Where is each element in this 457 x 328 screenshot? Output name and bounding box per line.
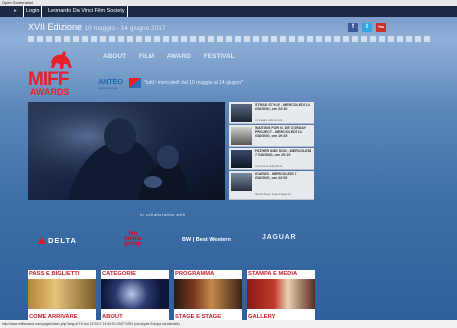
anteo-name: ANTEO	[98, 77, 123, 86]
logo-awards-text: AWARDS	[30, 87, 70, 97]
delta-widget-icon	[38, 237, 46, 244]
schedule-subtitle: Una ricerca della libertà	[255, 165, 283, 168]
schedule-thumbnail	[231, 173, 252, 191]
schedule-thumbnail	[231, 104, 252, 122]
sponsor-jaguar[interactable]: JAGUAR	[262, 234, 296, 254]
edition-title: XVII Edizione 10 maggio - 14 giugno 2017	[28, 22, 166, 32]
card-label: STAMPA E MEDIA	[247, 270, 315, 279]
schedule-title: STRAD STYLE - MERCOLEDÌ 14 GIUGNO, ore 2…	[255, 103, 310, 112]
card-label: PROGRAMMA	[174, 270, 242, 279]
anteo-logo[interactable]: ANTEO spazioCinema	[98, 77, 128, 91]
miff-awards-logo[interactable]: MIFF AWARDS	[28, 46, 92, 102]
society-link[interactable]: Leonardo Da Vinci Film Society	[46, 6, 128, 17]
collaboration-label: in collaboration with	[140, 212, 186, 217]
menu-arrow-icon[interactable]: ▸	[14, 6, 17, 17]
schedule-subtitle: Un viaggio nella terra di ...	[255, 119, 286, 122]
sponsor-tvn[interactable]: tvn media group	[124, 231, 142, 252]
sponsor-best-western[interactable]: BW | Best Western	[182, 237, 231, 257]
schedule-title: FATHER AND SON - MERCOLEDÌ 7 GIUGNO, ore…	[255, 149, 312, 158]
flag-icon	[129, 78, 141, 88]
card-image	[101, 279, 169, 309]
schedule-title: WAITING FOR G. DE CORDAY PROJECT - MERCO…	[255, 126, 306, 139]
nav-film[interactable]: FILM	[139, 53, 154, 60]
status-bar-url: http://www.miffawards.com/pages/index.ph…	[0, 320, 457, 328]
nav-about[interactable]: ABOUT	[103, 53, 126, 60]
partner-tagline: "tutti i mercoledì dal 10 maggio al 14 g…	[144, 80, 243, 86]
schedule-title: ICARUS - MERCOLEDÌ 7 GIUGNO, ore 22:00	[255, 172, 297, 181]
card-image	[174, 279, 242, 309]
schedule-item[interactable]: ICARUS - MERCOLEDÌ 7 GIUGNO, ore 22:00 N…	[229, 171, 314, 200]
twitter-icon[interactable]: t	[362, 23, 372, 32]
facebook-icon[interactable]: f	[348, 23, 358, 32]
youtube-icon[interactable]: You	[376, 23, 386, 32]
schedule-item[interactable]: WAITING FOR G. DE CORDAY PROJECT - MERCO…	[229, 125, 314, 147]
horse-icon	[51, 51, 72, 69]
nav-festival[interactable]: FESTIVAL	[204, 53, 235, 60]
edition-label: XVII Edizione	[28, 22, 83, 32]
schedule-subtitle: Nel film Bryan Fogel indaga sul	[255, 193, 291, 196]
hero-photo	[28, 102, 225, 200]
tvn-line3: group	[124, 241, 142, 247]
login-link[interactable]: Login	[23, 6, 43, 17]
top-bar: ▸ Login Leonardo Da Vinci Film Society	[0, 6, 457, 17]
schedule-item[interactable]: FATHER AND SON - MERCOLEDÌ 7 GIUGNO, ore…	[229, 148, 314, 170]
edition-dates: 10 maggio - 14 giugno 2017	[84, 25, 166, 32]
main-nav: ABOUT FILM AWARD FESTIVAL	[103, 53, 246, 60]
delta-text: DELTA	[48, 236, 77, 245]
nav-award[interactable]: AWARD	[167, 53, 191, 60]
hero-image[interactable]	[28, 102, 225, 200]
schedule-thumbnail	[231, 127, 252, 145]
window-title: Open Screenshot	[2, 0, 34, 5]
card-label: CATEGORIE	[101, 270, 169, 279]
card-image	[247, 279, 315, 309]
sponsor-delta[interactable]: DELTA	[38, 236, 77, 256]
film-strip-divider	[28, 36, 431, 42]
schedule-item[interactable]: STRAD STYLE - MERCOLEDÌ 14 GIUGNO, ore 2…	[229, 102, 314, 124]
card-image	[28, 279, 96, 309]
schedule-thumbnail	[231, 150, 252, 168]
card-label: PASS E BIGLIETTI	[28, 270, 96, 279]
anteo-subtitle: spazioCinema	[98, 86, 118, 90]
